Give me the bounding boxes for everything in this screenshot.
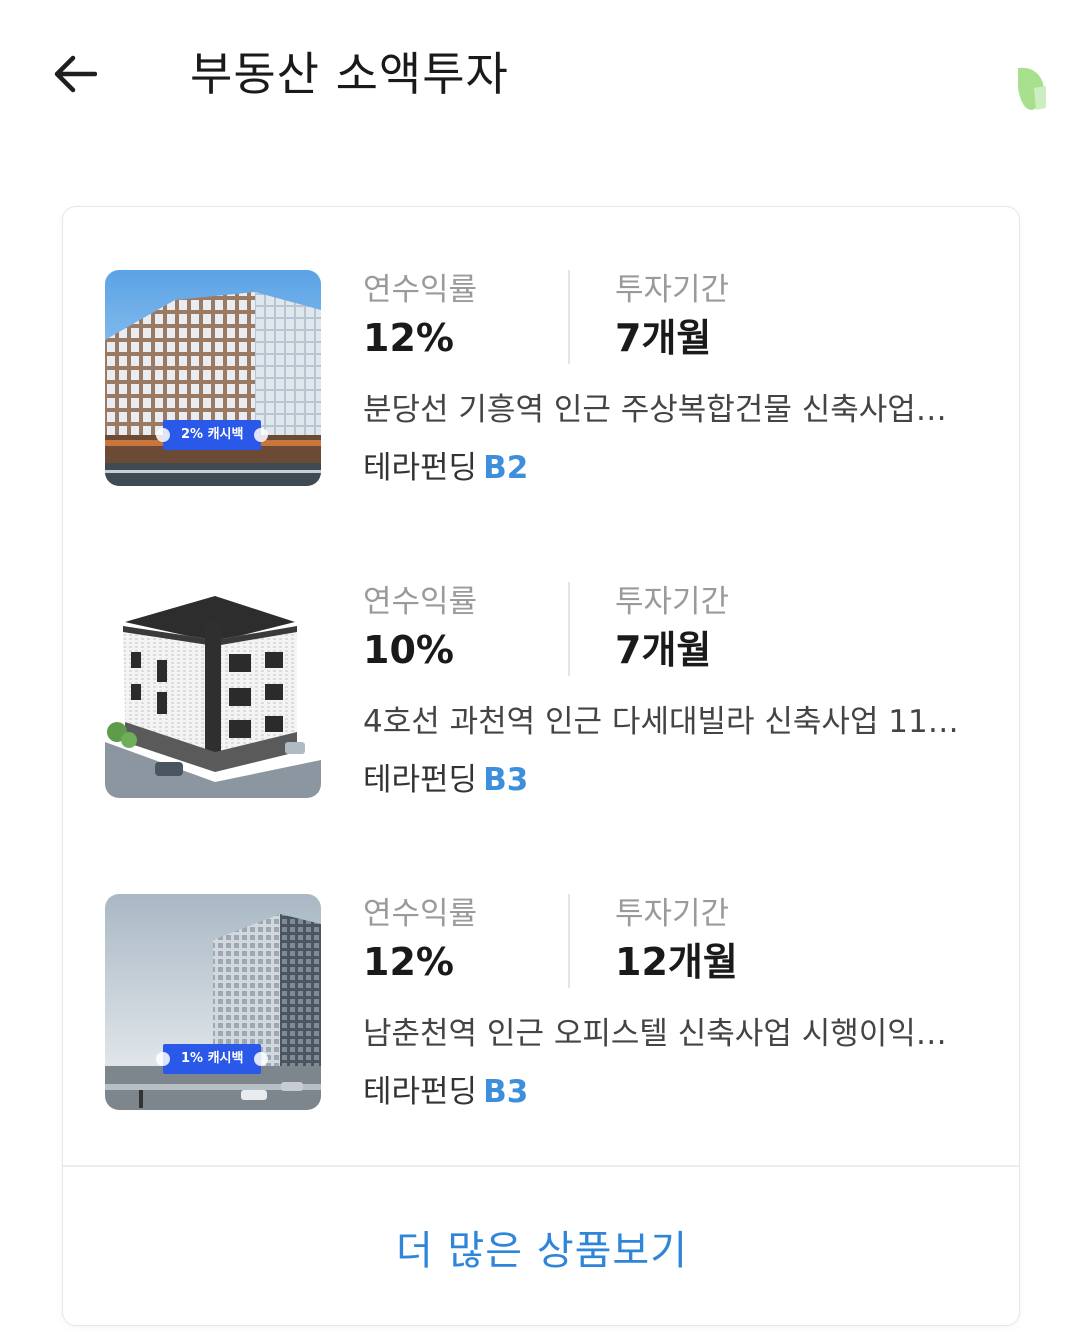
period-metric: 투자기간 7개월 <box>615 582 729 676</box>
arrow-left-icon <box>54 55 97 93</box>
cashback-badge: 2% 캐시백 <box>155 420 270 450</box>
period-label: 투자기간 <box>615 272 730 308</box>
period-value: 12개월 <box>615 940 738 984</box>
period-metric: 투자기간 12개월 <box>615 894 738 988</box>
yield-value: 10% <box>363 628 454 672</box>
platform-name: 테라펀딩 <box>363 762 478 798</box>
yield-label: 연수익률 <box>363 896 478 932</box>
product-image <box>105 582 321 798</box>
platform-grade: 테라펀딩 B3 <box>363 1070 528 1114</box>
product-description: 분당선 기흥역 인근 주상복합건물 신축사업… <box>363 392 947 428</box>
metric-divider <box>568 894 570 988</box>
platform-grade: 테라펀딩 B2 <box>363 446 528 490</box>
yield-metric: 연수익률 12% <box>363 894 477 988</box>
grade-badge: B3 <box>483 1074 529 1110</box>
product-list-card: 2% 캐시백 연수익률 12% 투자기간 7개월 분당선 기흥역 인근 주상복합… <box>62 206 1020 1326</box>
grade-badge: B2 <box>483 450 529 486</box>
period-label: 투자기간 <box>615 584 730 620</box>
yield-value: 12% <box>363 940 454 984</box>
yield-metric: 연수익률 10% <box>363 582 477 676</box>
platform-grade: 테라펀딩 B3 <box>363 758 528 802</box>
product-item[interactable]: 연수익률 10% 투자기간 7개월 4호선 과천역 인근 다세대빌라 신축사업 … <box>63 582 1019 812</box>
period-value: 7개월 <box>615 316 712 360</box>
grade-badge: B3 <box>483 762 529 798</box>
yield-label: 연수익률 <box>363 584 478 620</box>
product-description: 4호선 과천역 인근 다세대빌라 신축사업 11… <box>363 704 959 740</box>
page-title: 부동산 소액투자 <box>190 47 509 101</box>
more-products-button[interactable]: 더 많은 상품보기 <box>63 1167 1019 1325</box>
platform-name: 테라펀딩 <box>363 450 478 486</box>
product-item[interactable]: 2% 캐시백 연수익률 12% 투자기간 7개월 분당선 기흥역 인근 주상복합… <box>63 270 1019 500</box>
yield-label: 연수익률 <box>363 272 478 308</box>
back-button[interactable] <box>44 44 104 104</box>
metric-divider <box>568 270 570 364</box>
period-label: 투자기간 <box>615 896 730 932</box>
metric-divider <box>568 582 570 676</box>
leaf-icon <box>1012 64 1052 114</box>
yield-metric: 연수익률 12% <box>363 270 477 364</box>
period-value: 7개월 <box>615 628 712 672</box>
product-item[interactable]: 1% 캐시백 연수익률 12% 투자기간 12개월 남춘천역 인근 오피스텔 신… <box>63 894 1019 1124</box>
platform-name: 테라펀딩 <box>363 1074 478 1110</box>
yield-value: 12% <box>363 316 454 360</box>
product-image: 2% 캐시백 <box>105 270 321 486</box>
cashback-badge: 1% 캐시백 <box>155 1044 270 1074</box>
top-app-bar: 부동산 소액투자 <box>0 0 1080 150</box>
product-description: 남춘천역 인근 오피스텔 신축사업 시행이익… <box>363 1016 947 1052</box>
product-image: 1% 캐시백 <box>105 894 321 1110</box>
period-metric: 투자기간 7개월 <box>615 270 729 364</box>
